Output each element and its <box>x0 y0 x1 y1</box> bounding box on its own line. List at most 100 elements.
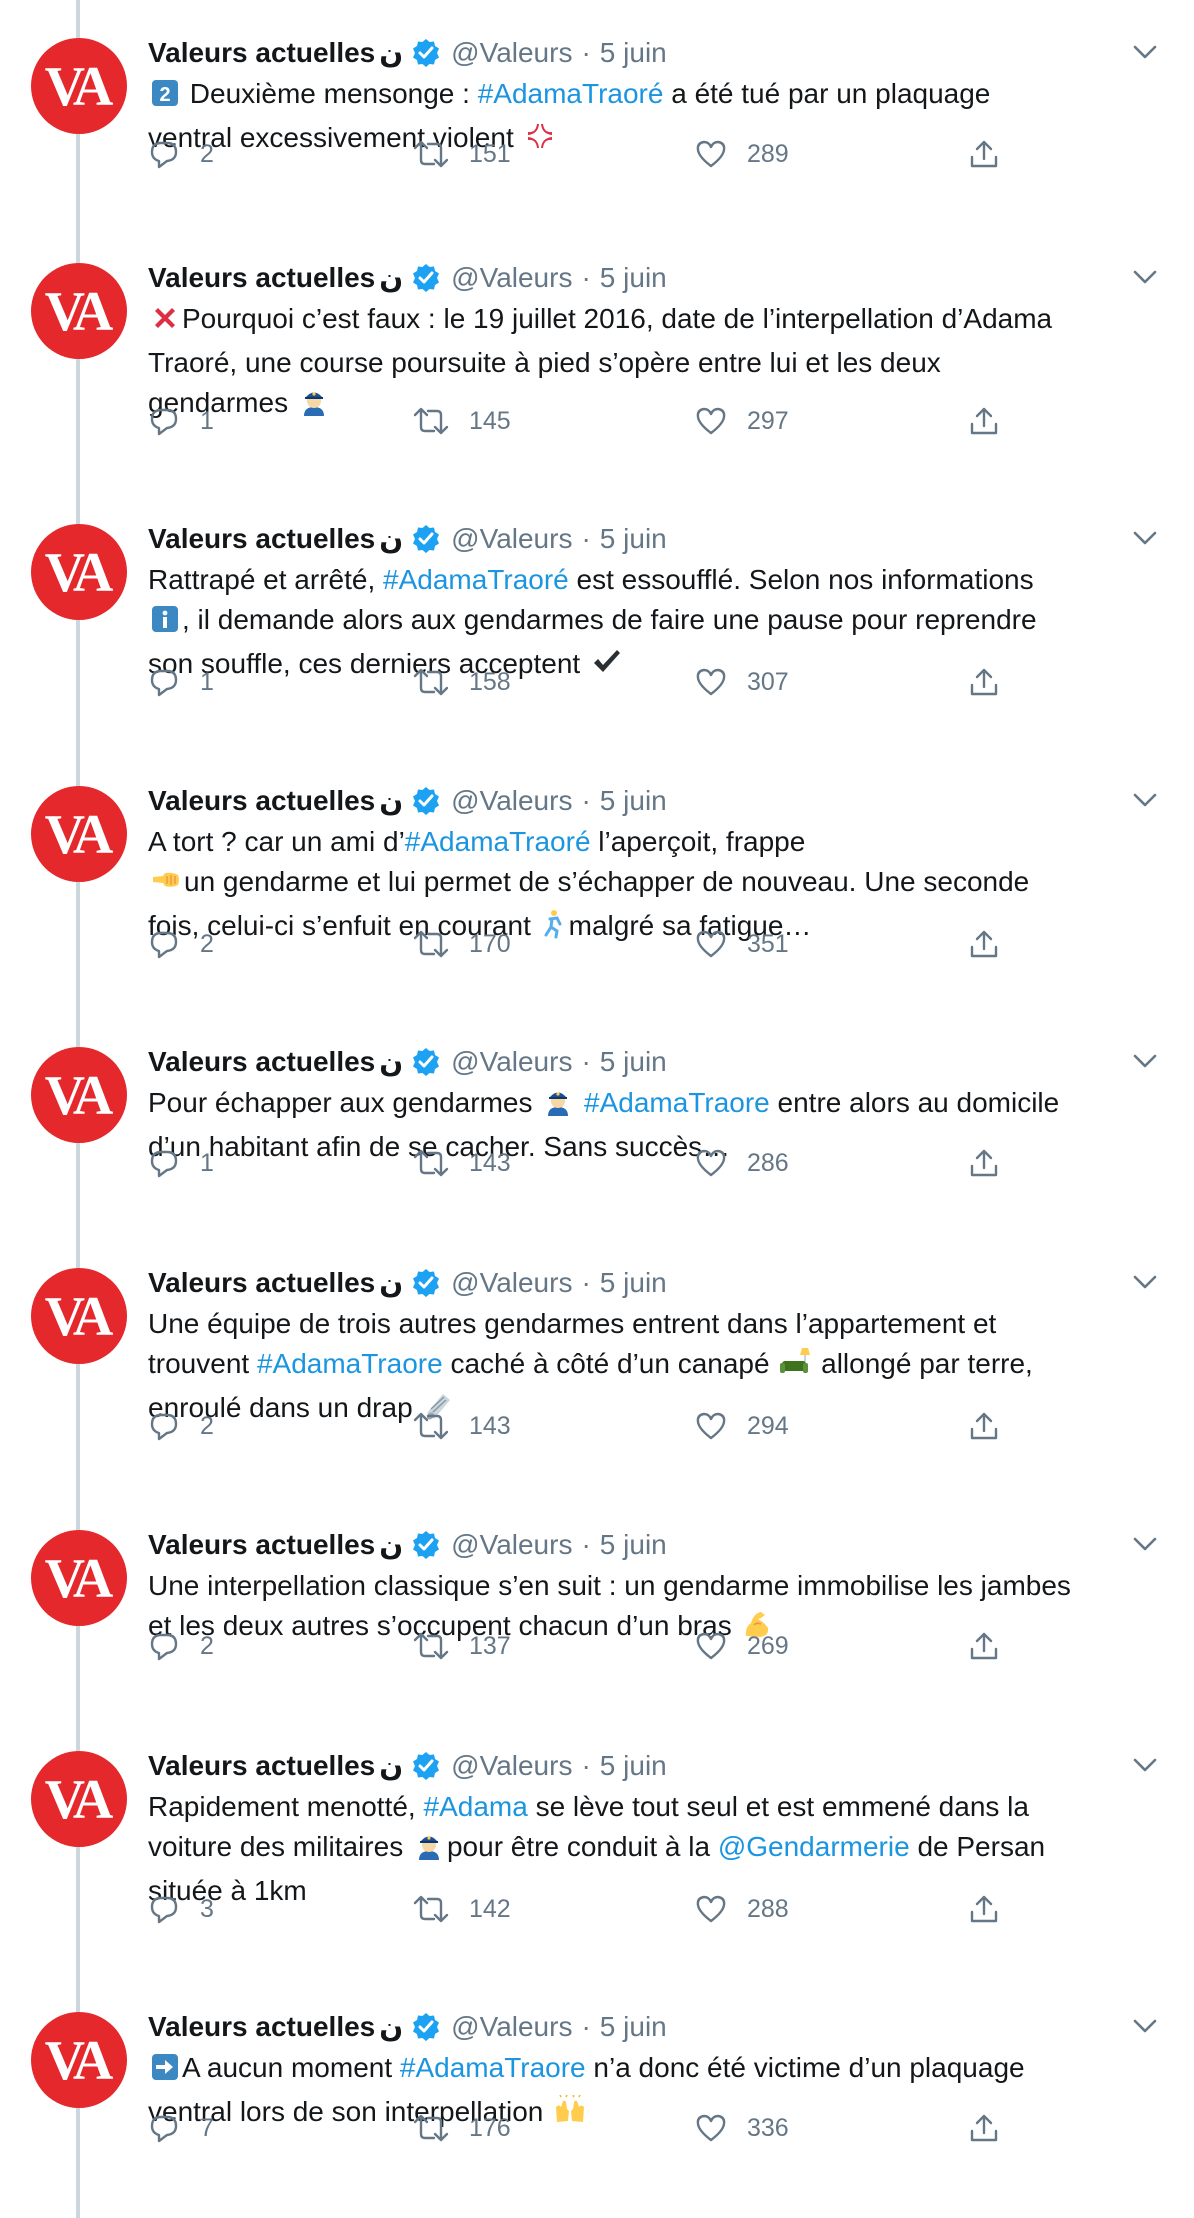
like-button[interactable]: 269 <box>695 1630 789 1662</box>
tweet-timestamp[interactable]: 5 juin <box>600 523 667 555</box>
like-button[interactable]: 294 <box>695 1410 789 1442</box>
like-button[interactable]: 286 <box>695 1147 789 1179</box>
like-button[interactable]: 336 <box>695 2112 789 2144</box>
share-button[interactable] <box>968 1893 1000 1925</box>
author-name[interactable]: Valeurs actuelles <box>148 1267 375 1299</box>
tweet-text-line: voiture des militaires pour être conduit… <box>148 1827 1168 1871</box>
retweet-button[interactable]: 142 <box>413 1893 511 1925</box>
retweet-button[interactable]: 145 <box>413 405 511 437</box>
retweet-icon <box>413 138 449 170</box>
retweet-button[interactable]: 137 <box>413 1630 511 1662</box>
avatar[interactable]: VA <box>31 1751 127 1847</box>
avatar[interactable]: VA <box>31 786 127 882</box>
avatar[interactable]: VA <box>31 38 127 134</box>
author-handle[interactable]: @Valeurs <box>451 262 572 294</box>
author-name[interactable]: Valeurs actuelles <box>148 262 375 294</box>
avatar[interactable]: VA <box>31 1530 127 1626</box>
retweet-icon <box>413 1893 449 1925</box>
retweet-button[interactable]: 143 <box>413 1410 511 1442</box>
author-handle[interactable]: @Valeurs <box>451 37 572 69</box>
share-button[interactable] <box>968 138 1000 170</box>
hashtag-link[interactable]: #Adama <box>424 1791 528 1822</box>
name-glyph: ن <box>379 1266 404 1300</box>
chevron-down-icon[interactable] <box>1130 2016 1160 2036</box>
hashtag-link[interactable]: #AdamaTraoré <box>383 564 569 595</box>
like-button[interactable]: 351 <box>695 928 789 960</box>
like-button[interactable]: 289 <box>695 138 789 170</box>
avatar[interactable]: VA <box>31 263 127 359</box>
author-handle[interactable]: @Valeurs <box>451 785 572 817</box>
avatar-logo-text: VA <box>44 56 114 118</box>
reply-button[interactable]: 3 <box>148 1893 214 1925</box>
chevron-down-icon[interactable] <box>1130 267 1160 287</box>
author-name[interactable]: Valeurs actuelles <box>148 1750 375 1782</box>
tweet-timestamp[interactable]: 5 juin <box>600 1750 667 1782</box>
retweet-icon <box>413 1410 449 1442</box>
text-segment: Traoré, une course poursuite à pied s’op… <box>148 347 941 378</box>
tweet-timestamp[interactable]: 5 juin <box>600 262 667 294</box>
tweet-timestamp[interactable]: 5 juin <box>600 1529 667 1561</box>
share-button[interactable] <box>968 1410 1000 1442</box>
author-name[interactable]: Valeurs actuelles <box>148 523 375 555</box>
like-icon <box>695 928 727 960</box>
share-button[interactable] <box>968 1147 1000 1179</box>
reply-button[interactable]: 2 <box>148 928 214 960</box>
hashtag-link[interactable]: #AdamaTraore <box>257 1348 443 1379</box>
chevron-down-icon[interactable] <box>1130 1272 1160 1292</box>
reply-button[interactable]: 1 <box>148 405 214 437</box>
hashtag-link[interactable]: #AdamaTraoré <box>478 78 664 109</box>
share-button[interactable] <box>968 1630 1000 1662</box>
reply-button[interactable]: 1 <box>148 666 214 698</box>
reply-button[interactable]: 2 <box>148 138 214 170</box>
retweet-button[interactable]: 158 <box>413 666 511 698</box>
author-handle[interactable]: @Valeurs <box>451 1529 572 1561</box>
hashtag-link[interactable]: #AdamaTraore <box>584 1087 770 1118</box>
tweet-timestamp[interactable]: 5 juin <box>600 785 667 817</box>
reply-button[interactable]: 2 <box>148 1630 214 1662</box>
avatar[interactable]: VA <box>31 524 127 620</box>
reply-button[interactable]: 7 <box>148 2112 214 2144</box>
hashtag-link[interactable]: #AdamaTraoré <box>405 826 591 857</box>
avatar[interactable]: VA <box>31 2012 127 2108</box>
like-button[interactable]: 288 <box>695 1893 789 1925</box>
reply-button[interactable]: 2 <box>148 1410 214 1442</box>
mention-link[interactable]: @Gendarmerie <box>718 1831 910 1862</box>
avatar[interactable]: VA <box>31 1268 127 1364</box>
author-name[interactable]: Valeurs actuelles <box>148 1046 375 1078</box>
chevron-down-icon[interactable] <box>1130 1755 1160 1775</box>
tweet-timestamp[interactable]: 5 juin <box>600 37 667 69</box>
share-button[interactable] <box>968 2112 1000 2144</box>
hashtag-link[interactable]: #AdamaTraore <box>400 2052 586 2083</box>
tweet-text-line: un gendarme et lui permet de s’échapper … <box>148 862 1168 906</box>
author-handle[interactable]: @Valeurs <box>451 523 572 555</box>
share-button[interactable] <box>968 405 1000 437</box>
chevron-down-icon[interactable] <box>1130 1051 1160 1071</box>
chevron-down-icon[interactable] <box>1130 790 1160 810</box>
retweet-button[interactable]: 170 <box>413 928 511 960</box>
tweet-timestamp[interactable]: 5 juin <box>600 2011 667 2043</box>
tweet-timestamp[interactable]: 5 juin <box>600 1046 667 1078</box>
author-handle[interactable]: @Valeurs <box>451 1750 572 1782</box>
retweet-button[interactable]: 176 <box>413 2112 511 2144</box>
share-button[interactable] <box>968 928 1000 960</box>
retweet-count: 142 <box>469 1894 511 1923</box>
author-name[interactable]: Valeurs actuelles <box>148 2011 375 2043</box>
chevron-down-icon[interactable] <box>1130 528 1160 548</box>
tweet-timestamp[interactable]: 5 juin <box>600 1267 667 1299</box>
author-handle[interactable]: @Valeurs <box>451 1046 572 1078</box>
author-name[interactable]: Valeurs actuelles <box>148 37 375 69</box>
like-button[interactable]: 307 <box>695 666 789 698</box>
author-handle[interactable]: @Valeurs <box>451 1267 572 1299</box>
share-button[interactable] <box>968 666 1000 698</box>
author-name[interactable]: Valeurs actuelles <box>148 785 375 817</box>
chevron-down-icon[interactable] <box>1130 1534 1160 1554</box>
like-button[interactable]: 297 <box>695 405 789 437</box>
author-name[interactable]: Valeurs actuelles <box>148 1529 375 1561</box>
share-icon <box>968 138 1000 170</box>
avatar[interactable]: VA <box>31 1047 127 1143</box>
chevron-down-icon[interactable] <box>1130 42 1160 62</box>
reply-button[interactable]: 1 <box>148 1147 214 1179</box>
retweet-button[interactable]: 143 <box>413 1147 511 1179</box>
author-handle[interactable]: @Valeurs <box>451 2011 572 2043</box>
retweet-button[interactable]: 151 <box>413 138 511 170</box>
